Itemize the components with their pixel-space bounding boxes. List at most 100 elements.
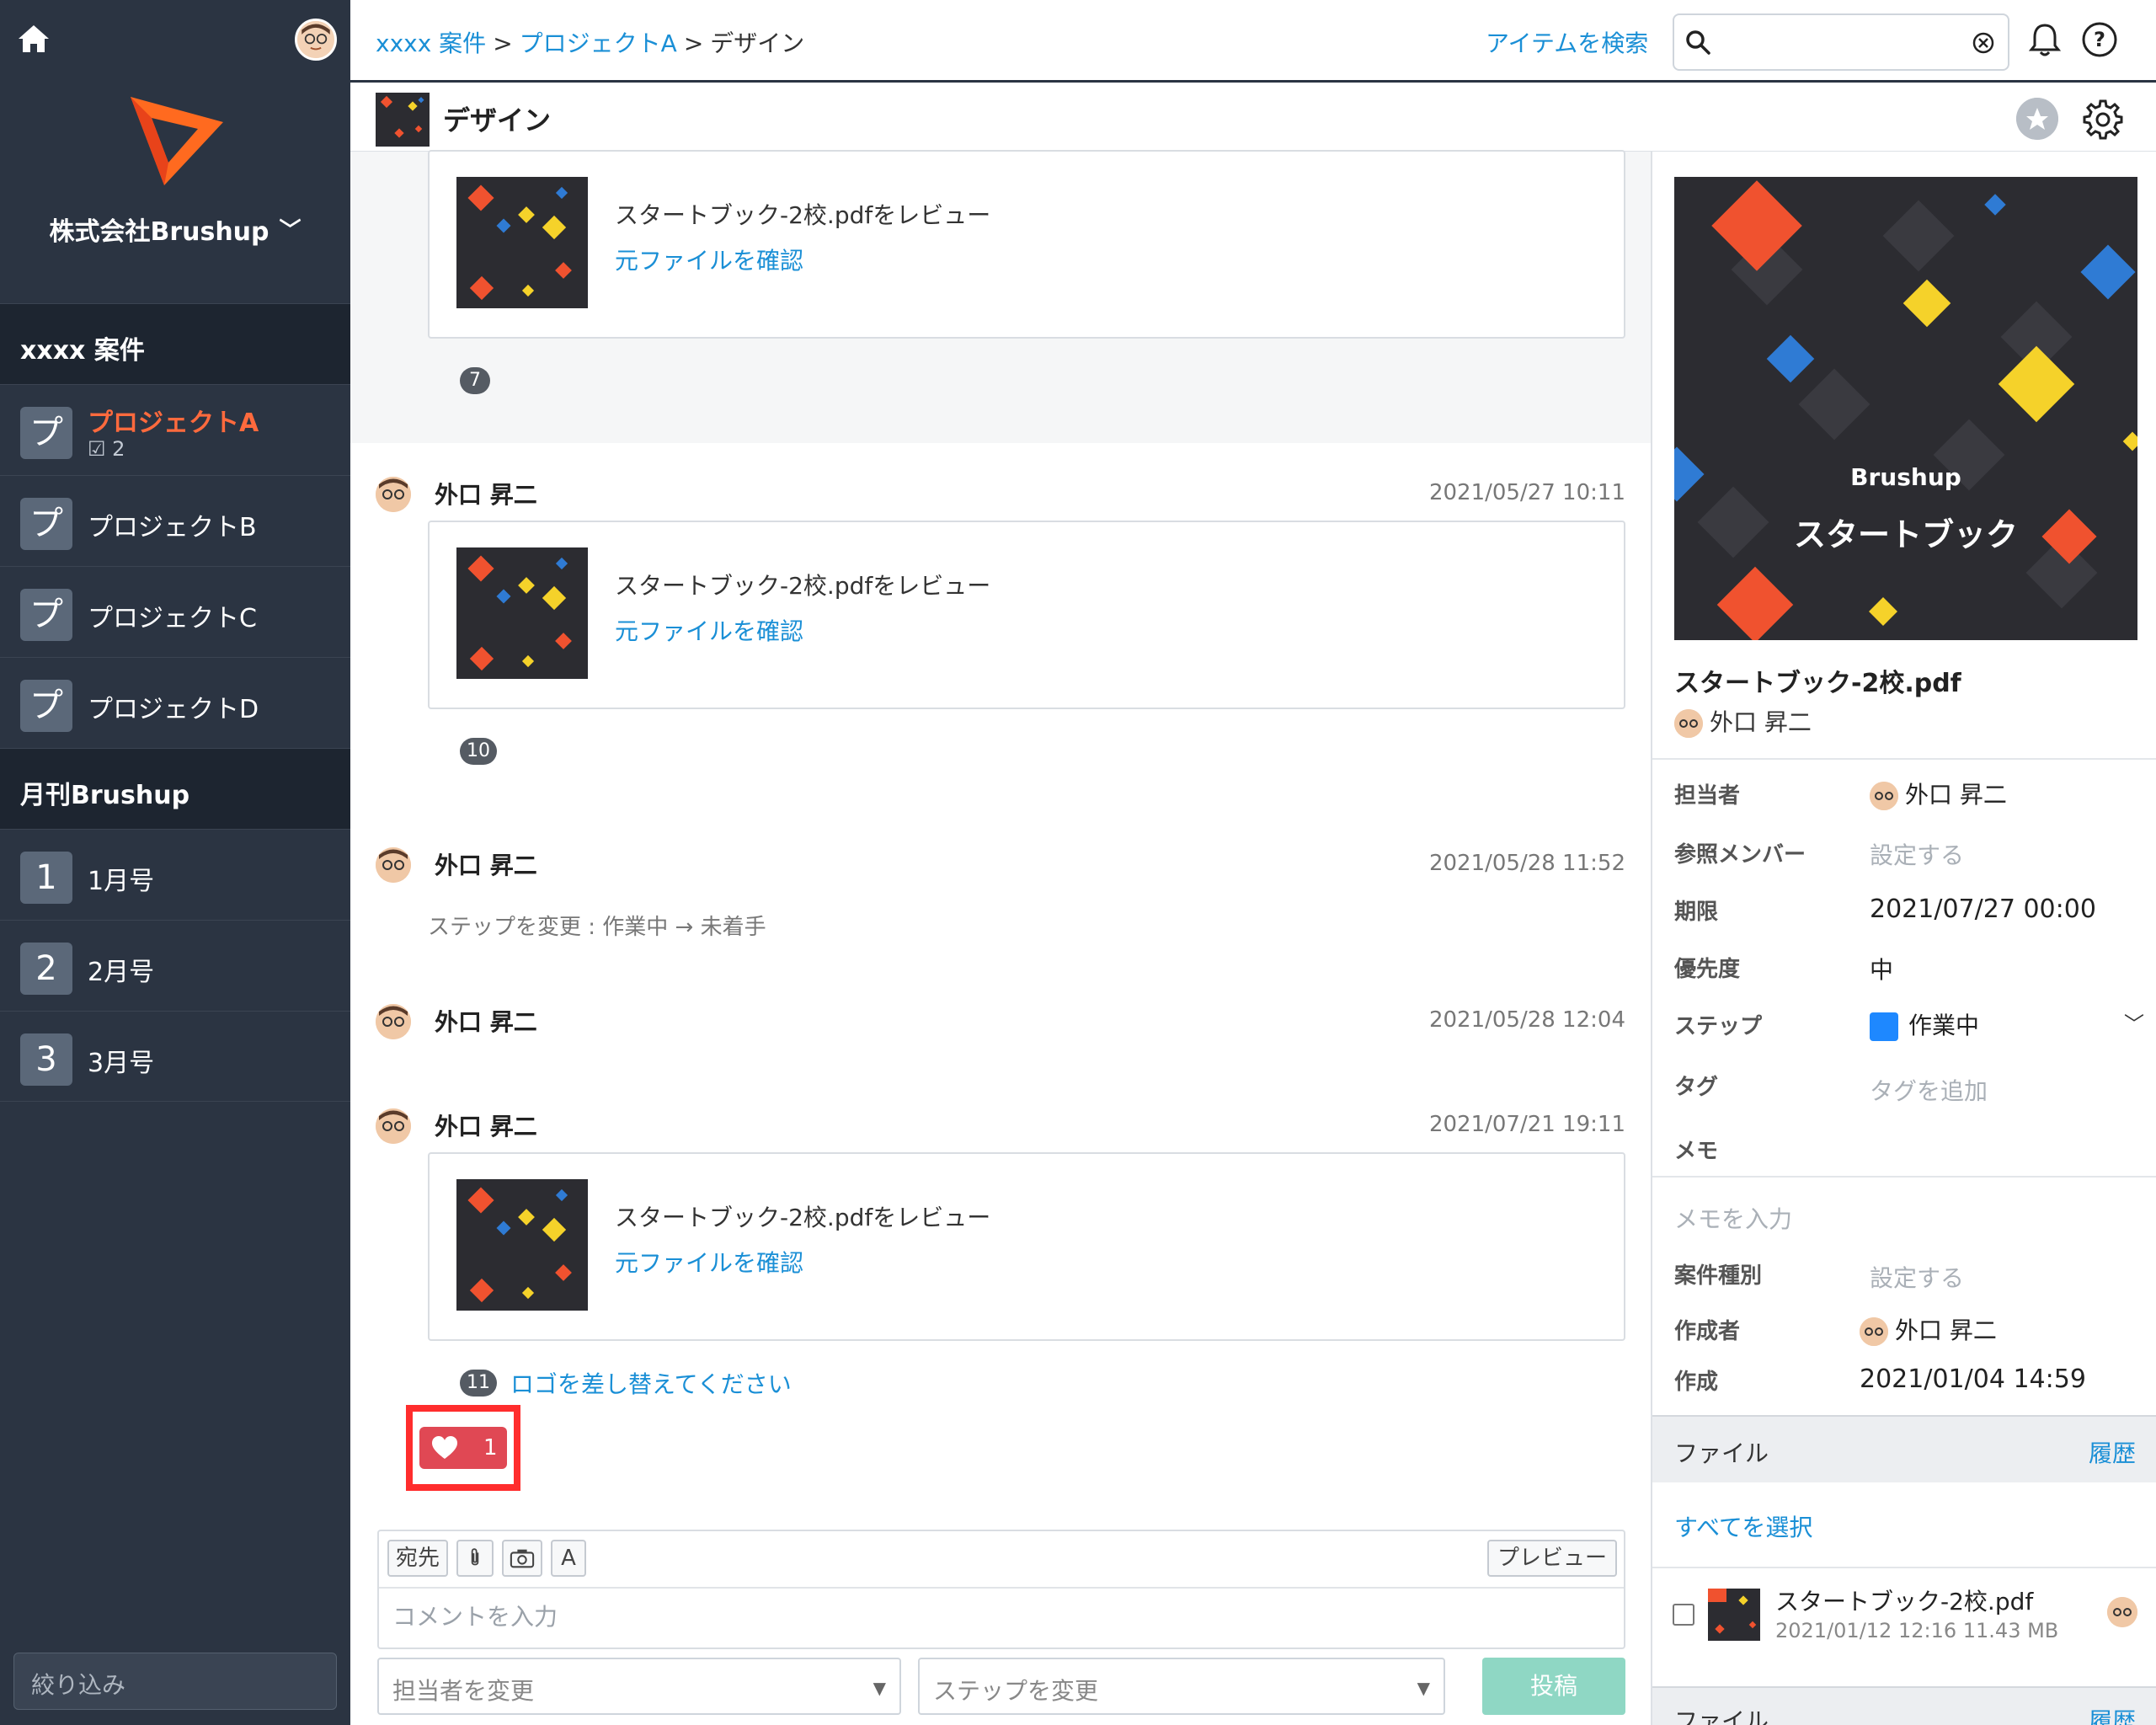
issue-badge: 2 [20,943,72,995]
sidebar-item-issue-2[interactable]: 2 2月号 [0,920,350,1011]
avatar-face-icon [376,1108,411,1144]
page-title: デザイン [443,104,552,136]
user-avatar[interactable] [295,19,337,61]
priority-value[interactable]: 中 [1870,952,1893,985]
bell-icon[interactable] [2026,20,2063,59]
sidebar-item-project-d[interactable]: プ プロジェクトD [0,657,350,748]
avatar-face-icon [376,1004,411,1039]
entry-date: 2021/05/28 11:52 [1428,851,1625,876]
project-badge: プ [20,407,72,459]
review-title: スタートブック-2校.pdfをレビュー [615,572,991,600]
review-thumbnail[interactable] [456,547,588,679]
like-highlight: 1 [406,1405,520,1491]
section-title: xxxx 案件 [20,336,145,366]
sidebar-item-label: 1月号 [88,867,155,896]
project-badge: プ [20,589,72,641]
heart-icon [432,1436,457,1459]
sidebar-item-label: プロジェクトC [88,604,257,633]
camera-icon [510,1549,535,1568]
type-value[interactable]: 設定する [1870,1260,1964,1294]
item-search-link[interactable]: アイテムを検索 [1486,25,1648,59]
file-author: 外口 昇二 [1674,704,1812,738]
comment-number-badge[interactable]: 10 [460,738,497,765]
step-select[interactable]: ステップを変更 ▼ [918,1658,1445,1715]
attach-button[interactable] [456,1540,494,1577]
company-switcher[interactable]: 株式会社Brushup ﹀ [0,211,350,248]
created-label: 作成 [1674,1370,1719,1395]
like-count: 1 [483,1435,498,1461]
avatar-face-icon [297,21,334,58]
comment-number-badge[interactable]: 11 [460,1370,497,1397]
author-name: 外口 昇二 [435,481,537,509]
sidebar-section-header: xxxx 案件 [0,303,350,384]
sidebar-item-issue-1[interactable]: 1 1月号 [0,829,350,920]
breadcrumb-link[interactable]: プロジェクトA [520,29,677,57]
assignee-value[interactable]: 外口 昇二 [1870,777,2007,810]
home-icon[interactable] [15,20,52,57]
comment-number-badge[interactable]: 7 [460,367,490,394]
divider [1652,1176,2156,1178]
clear-icon[interactable] [1971,30,1996,56]
history-link[interactable]: 履歴 [2089,1703,2136,1725]
view-original-link[interactable]: 元ファイルを確認 [615,613,803,647]
like-button[interactable]: 1 [419,1427,507,1469]
paperclip-icon [471,1548,479,1566]
comment-link[interactable]: ロゴを差し替えてください [510,1366,792,1400]
file-name: スタートブック-2校.pdf [1674,669,1961,698]
sidebar-item-project-b[interactable]: プ プロジェクトB [0,475,350,566]
search-box [1673,13,2009,71]
sidebar-item-project-c[interactable]: プ プロジェクトC [0,566,350,657]
entry-date: 2021/07/21 19:11 [1428,1112,1625,1137]
file-checkbox[interactable] [1673,1604,1694,1626]
sidebar-item-project-a[interactable]: プ プロジェクトA ☑ 2 [0,384,350,475]
view-original-link[interactable]: 元ファイルを確認 [615,243,803,276]
svg-text:?: ? [2094,28,2105,51]
due-label: 期限 [1674,900,1719,925]
help-icon[interactable]: ? [2080,20,2119,59]
step-color-swatch [1870,1012,1898,1041]
author-avatar [376,1108,411,1144]
review-title: スタートブック-2校.pdfをレビュー [615,1204,991,1231]
screenshot-button[interactable] [502,1540,542,1577]
preview-pattern-icon [1674,177,2137,640]
breadcrumb-link[interactable]: xxxx 案件 [376,29,486,57]
post-button[interactable]: 投稿 [1482,1658,1625,1715]
gear-icon[interactable] [2082,98,2124,140]
review-card: スタートブック-2校.pdfをレビュー 元ファイルを確認 [428,150,1625,339]
members-value[interactable]: 設定する [1870,837,1964,871]
pin-icon[interactable] [2016,98,2058,140]
file-preview[interactable]: Brushup スタートブック [1674,177,2137,640]
add-tag-link[interactable]: タグを追加 [1870,1073,1988,1107]
view-original-link[interactable]: 元ファイルを確認 [615,1245,803,1279]
memo-input[interactable]: メモを入力 [1674,1201,1792,1235]
caret-down-icon: ▼ [873,1678,886,1698]
task-count: ☑ 2 [88,437,125,461]
file-thumbnail[interactable] [1708,1589,1760,1641]
author-name: 外口 昇二 [435,852,537,879]
filter-input[interactable]: 絞り込み [13,1653,337,1710]
avatar-face-icon [1870,782,1898,810]
review-thumbnail[interactable] [456,1179,588,1311]
thumbnail-pattern-icon [456,547,588,679]
mention-button[interactable]: 宛先 [387,1540,448,1577]
text-format-button[interactable]: A [551,1540,586,1577]
memo-label: メモ [1674,1139,1719,1164]
activity-feed: スタートブック-2校.pdfをレビュー 元ファイルを確認 7 外口 昇二 202… [350,150,1651,1725]
preview-button[interactable]: プレビュー [1487,1540,1617,1577]
review-thumbnail[interactable] [456,177,588,308]
comment-input[interactable] [392,1599,1605,1641]
file-row-name[interactable]: スタートブック-2校.pdf [1775,1583,2033,1617]
folder-thumbnail [376,93,430,147]
sidebar-item-issue-3[interactable]: 3 3月号 [0,1011,350,1102]
select-all-link[interactable]: すべてを選択 [1674,1509,1812,1543]
history-link[interactable]: 履歴 [2089,1435,2136,1469]
search-input[interactable] [1721,24,1949,61]
assignee-select[interactable]: 担当者を変更 ▼ [377,1658,901,1715]
preview-brand: Brushup [1850,463,1961,491]
due-value[interactable]: 2021/07/27 00:00 [1870,895,2096,924]
step-value[interactable]: 作業中 [1870,1007,1979,1041]
step-label: ステップ [1674,1014,1763,1039]
chevron-down-icon[interactable]: ﹀ [2124,1007,2144,1037]
sidebar-item-label: 3月号 [88,1049,155,1078]
entry-date: 2021/05/27 10:11 [1428,480,1625,505]
